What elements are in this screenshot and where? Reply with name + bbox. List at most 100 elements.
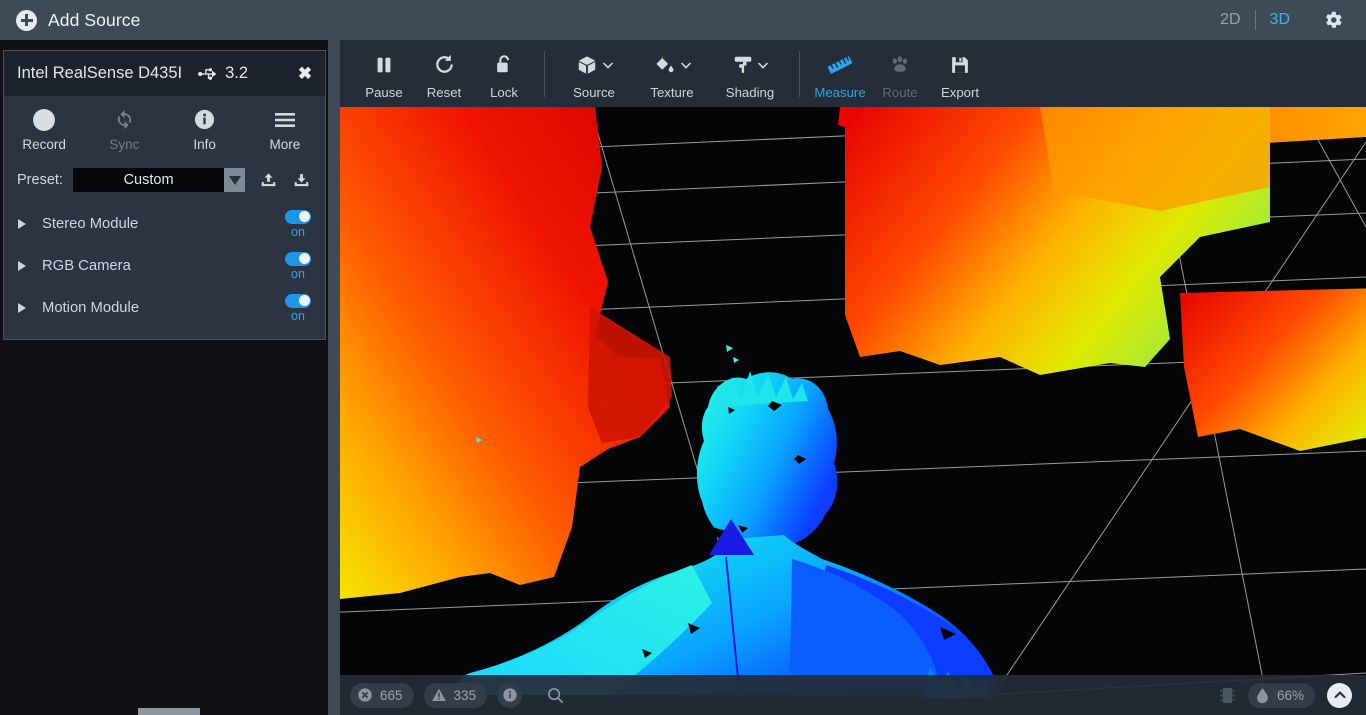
preset-upload-button[interactable] — [259, 171, 278, 190]
module-name: Motion Module — [42, 300, 140, 316]
preset-dropdown-button[interactable] — [224, 168, 245, 192]
humidity-badge[interactable]: 66% — [1247, 682, 1315, 708]
expand-triangle-icon[interactable] — [18, 303, 26, 313]
info-circle-icon — [193, 108, 216, 131]
viewport-3d[interactable]: Pause Reset Lock Source Texture Shading … — [340, 40, 1366, 715]
reset-label: Reset — [426, 84, 462, 100]
chevron-down-icon — [757, 61, 768, 69]
sync-label: Sync — [109, 137, 140, 152]
panel-splitter[interactable] — [328, 40, 340, 715]
export-button[interactable]: Export — [930, 48, 990, 100]
device-panel: Intel RealSense D435I 3.2 ✖ Record Sync … — [3, 50, 326, 340]
preset-select[interactable]: Custom — [72, 168, 225, 192]
module-toggle-rgb[interactable]: on — [285, 245, 311, 287]
warning-triangle-icon — [431, 688, 446, 701]
usb-icon — [198, 67, 217, 80]
hamburger-menu-icon — [273, 108, 297, 131]
module-list: Stereo Module on RGB Camera on Motion Mo… — [4, 199, 325, 339]
droplet-icon — [1257, 687, 1268, 703]
info-circle-icon — [502, 688, 517, 702]
toolbar-divider — [544, 50, 545, 97]
unlocked-padlock-icon — [493, 52, 515, 78]
toggle-state-label: on — [291, 308, 305, 323]
top-bar-left: Add Source — [0, 9, 340, 31]
measure-button[interactable]: Measure — [810, 48, 870, 100]
toggle-state-label: on — [291, 266, 305, 281]
shading-label: Shading — [725, 84, 775, 100]
paint-bucket-icon — [655, 55, 673, 72]
upload-icon — [261, 172, 276, 186]
record-button[interactable]: Record — [4, 108, 84, 152]
shading-button[interactable]: Shading — [711, 48, 789, 100]
texture-button[interactable]: Texture — [633, 48, 711, 100]
source-button[interactable]: Source — [555, 48, 633, 100]
info-button[interactable]: Info — [165, 108, 245, 152]
chevron-down-icon — [680, 61, 691, 69]
chevron-up-circle-icon — [1334, 691, 1345, 699]
tab-2d-view[interactable]: 2D — [1206, 0, 1254, 40]
status-bar: 665 335 66% — [340, 675, 1366, 715]
module-toggle-stereo[interactable]: on — [285, 203, 311, 245]
humidity-value: 66% — [1276, 687, 1304, 703]
floppy-save-icon — [949, 52, 971, 78]
more-label: More — [269, 137, 301, 152]
status-bar-right: 66% — [1219, 682, 1352, 708]
expand-triangle-icon[interactable] — [18, 261, 26, 271]
toggle-state-label: on — [291, 224, 305, 239]
expand-triangle-icon[interactable] — [18, 219, 26, 229]
plus-circle-icon — [16, 9, 37, 31]
warning-badge[interactable]: 335 — [423, 682, 488, 708]
module-row-motion[interactable]: Motion Module on — [4, 287, 325, 329]
module-toggle-motion[interactable]: on — [285, 287, 311, 329]
preset-label: Preset: — [17, 172, 63, 188]
record-circle-icon — [33, 108, 56, 131]
viewport-toolbar: Pause Reset Lock Source Texture Shading … — [340, 40, 1366, 107]
record-label: Record — [22, 137, 66, 152]
more-button[interactable]: More — [245, 108, 325, 152]
usb-info: 3.2 — [198, 64, 248, 83]
preset-value: Custom — [123, 172, 174, 188]
module-row-rgb[interactable]: RGB Camera on — [4, 245, 325, 287]
point-cloud-scene[interactable] — [340, 107, 1366, 715]
add-source-button[interactable]: Add Source — [16, 9, 140, 31]
pause-label: Pause — [365, 84, 403, 100]
sync-refresh-icon — [113, 108, 136, 131]
pause-button[interactable]: Pause — [354, 48, 414, 100]
texture-label: Texture — [650, 84, 694, 100]
view-mode-controls: 2D 3D — [1206, 0, 1366, 40]
usb-version: 3.2 — [225, 64, 249, 82]
route-button[interactable]: Route — [870, 48, 930, 100]
application-window: Add Source 2D 3D Intel RealSense D435I 3… — [0, 0, 1366, 715]
module-row-stereo[interactable]: Stereo Module on — [4, 203, 325, 245]
pause-icon — [373, 52, 395, 78]
tab-3d-view[interactable]: 3D — [1256, 0, 1304, 40]
toggle-switch — [285, 209, 311, 224]
cpu-chip-button[interactable] — [1219, 686, 1236, 705]
lock-button[interactable]: Lock — [474, 48, 534, 100]
measure-label: Measure — [814, 84, 866, 100]
point-cloud-render — [340, 107, 1366, 715]
chevron-down-icon — [602, 61, 613, 69]
search-button[interactable] — [546, 686, 565, 705]
ruler-icon — [827, 52, 853, 78]
error-x-circle-icon — [358, 688, 372, 702]
toolbar-divider — [799, 50, 800, 97]
info-label: Info — [193, 137, 216, 152]
error-badge[interactable]: 665 — [350, 682, 414, 708]
toggle-switch — [285, 251, 311, 266]
warning-count: 335 — [453, 687, 477, 703]
settings-button[interactable] — [1304, 9, 1352, 31]
preset-download-button[interactable] — [292, 171, 311, 190]
module-name: RGB Camera — [42, 258, 131, 274]
sidebar-horizontal-scrollbar[interactable] — [138, 708, 200, 715]
search-icon — [548, 687, 564, 703]
collapse-panel-button[interactable] — [1327, 682, 1352, 708]
reset-button[interactable]: Reset — [414, 48, 474, 100]
module-name: Stereo Module — [42, 216, 139, 232]
sync-button[interactable]: Sync — [84, 108, 164, 152]
route-label: Route — [882, 84, 918, 100]
close-icon[interactable]: ✖ — [285, 51, 325, 96]
top-bar: Add Source 2D 3D — [0, 0, 1366, 40]
gear-icon — [1326, 11, 1342, 28]
info-badge[interactable] — [497, 682, 523, 708]
